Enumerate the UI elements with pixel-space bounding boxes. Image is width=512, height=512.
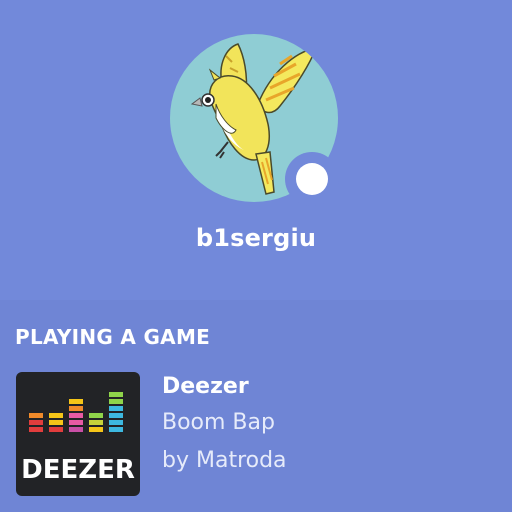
equalizer-bar: [109, 392, 123, 397]
equalizer-bar: [69, 420, 83, 425]
equalizer-bar: [89, 413, 103, 418]
equalizer-bar: [29, 420, 43, 425]
equalizer-bar: [109, 413, 123, 418]
deezer-logo-icon[interactable]: DEEZER: [16, 372, 140, 496]
equalizer-bar: [29, 427, 43, 432]
equalizer-bar: [29, 413, 43, 418]
equalizer-bar: [69, 406, 83, 411]
equalizer-bar: [109, 406, 123, 411]
equalizer-bar: [109, 399, 123, 404]
equalizer-bar: [49, 420, 63, 425]
game-details: Boom Bap: [162, 410, 275, 435]
equalizer-bar: [69, 413, 83, 418]
game-name: Deezer: [162, 374, 249, 399]
equalizer-bar: [109, 427, 123, 432]
status-online-dot: [296, 163, 328, 195]
avatar[interactable]: [170, 34, 339, 206]
equalizer-bar: [49, 427, 63, 432]
deezer-logo-text: DEEZER: [21, 455, 135, 485]
equalizer-bar: [49, 413, 63, 418]
profile-header: b1sergiu: [0, 0, 512, 300]
game-state: by Matroda: [162, 448, 287, 473]
equalizer-bar: [89, 420, 103, 425]
equalizer-bar: [109, 420, 123, 425]
status-indicator: [285, 152, 339, 206]
equalizer-bar: [69, 399, 83, 404]
equalizer-bar: [69, 427, 83, 432]
activity-section: PLAYING A GAME DEEZER Deezer Boom Bap by…: [0, 300, 512, 512]
activity-header: PLAYING A GAME: [15, 325, 211, 349]
username: b1sergiu: [195, 224, 317, 252]
equalizer-bar: [89, 427, 103, 432]
